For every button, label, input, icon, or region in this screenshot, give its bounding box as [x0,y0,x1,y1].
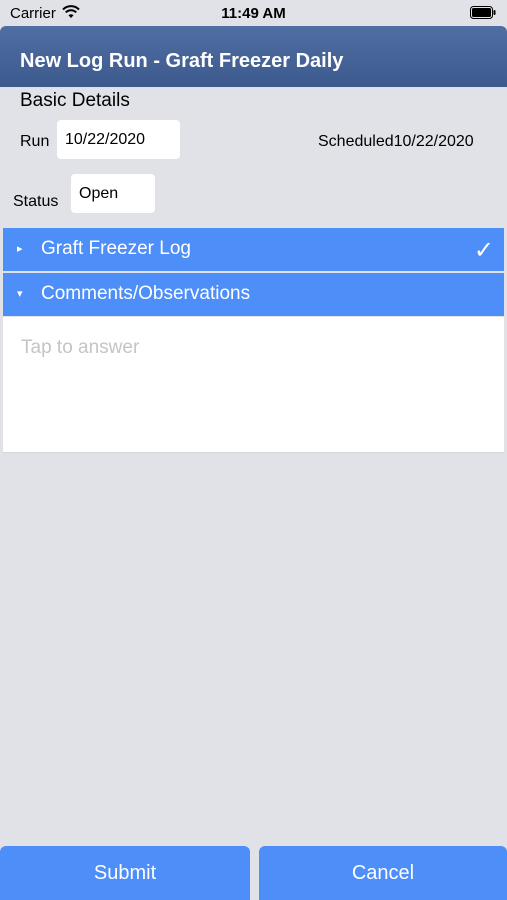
basic-details-heading: Basic Details [20,90,130,111]
status-label: Status [13,193,59,210]
section-comments-observations[interactable]: ▾ Comments/Observations [3,273,504,316]
section-label: Graft Freezer Log [41,238,191,259]
run-date-value: 10/22/2020 [65,130,146,148]
caret-down-icon: ▾ [17,288,23,300]
cancel-button[interactable]: Cancel [259,846,507,900]
status-bar: Carrier 11:49 AM [0,0,507,26]
clock: 11:49 AM [221,5,286,22]
run-label: Run [20,133,50,150]
status-field[interactable]: Open [71,174,155,213]
page-title: New Log Run - Graft Freezer Daily [20,50,344,72]
scheduled-label-text: Scheduled [318,133,394,150]
section-label: Comments/Observations [41,283,251,304]
comments-answer-input[interactable]: Tap to answer [3,317,504,453]
run-date-field[interactable]: 10/22/2020 [57,120,180,159]
answer-placeholder: Tap to answer [21,337,140,358]
caret-right-icon: ▸ [17,243,23,255]
scheduled-label: Scheduled10/22/2020 [318,133,474,151]
section-graft-freezer-log[interactable]: ▸ Graft Freezer Log ✓ [3,228,504,271]
submit-button[interactable]: Submit [0,846,250,900]
navigation-bar: New Log Run - Graft Freezer Daily [0,26,507,87]
status-value: Open [79,184,119,202]
scheduled-date-value: 10/22/2020 [393,133,474,150]
battery-icon [470,6,496,19]
checkmark-icon: ✓ [473,237,494,264]
